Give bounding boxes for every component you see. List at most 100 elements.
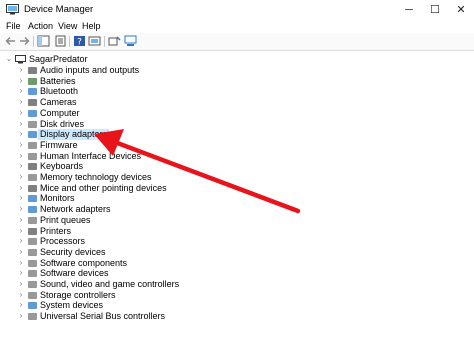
computer-icon [15,55,26,64]
device-category-icon [28,302,37,310]
maximize-button[interactable]: ☐ [422,0,448,20]
chevron-right-icon[interactable]: › [17,161,25,171]
chevron-right-icon[interactable]: › [17,311,25,321]
window-title: Device Manager [24,4,94,15]
help-icon[interactable]: ? [73,35,86,47]
device-category-icon [28,216,37,224]
tree-item[interactable]: › Processors [0,236,474,247]
tree-item[interactable]: › Firmware [0,140,474,151]
tree-item[interactable]: › Security devices [0,247,474,258]
tree-item[interactable]: › Printers [0,226,474,237]
chevron-right-icon[interactable]: › [17,172,25,182]
chevron-right-icon[interactable]: › [17,183,25,193]
toolbar-separator [69,36,70,47]
show-hide-console-tree-icon[interactable] [37,35,50,47]
tree-item[interactable]: › Human Interface Devices [0,151,474,162]
menu-action[interactable]: Action [28,21,53,31]
menu-file[interactable]: File [6,21,21,31]
menu-bar: File Action View Help [0,20,474,33]
title-bar: Device Manager ─ ☐ ✕ [0,0,474,21]
tree-item[interactable]: › Software devices [0,268,474,279]
toolbar: ? [0,33,474,51]
device-category-icon [28,88,37,96]
minimize-button[interactable]: ─ [396,0,422,20]
device-category-icon [28,195,37,203]
chevron-right-icon[interactable]: › [17,151,25,161]
tree-item-label: Software devices [40,268,109,279]
device-category-icon [28,281,37,288]
chevron-right-icon[interactable]: › [17,204,25,214]
chevron-right-icon[interactable]: › [17,86,25,96]
tree-item-label: System devices [40,300,104,311]
device-category-icon [28,163,37,171]
scan-icon[interactable] [108,35,121,47]
device-category-icon [28,206,37,214]
device-category-icon [28,99,37,107]
tree-item[interactable]: › Monitors [0,193,474,204]
tree-item[interactable]: › Computer [0,108,474,119]
tree-item[interactable]: › Disk drives [0,119,474,130]
forward-icon[interactable] [18,35,31,47]
device-category-icon [28,77,37,85]
properties-icon[interactable] [54,35,67,47]
chevron-right-icon[interactable]: › [17,226,25,236]
chevron-right-icon[interactable]: › [17,268,25,278]
tree-item[interactable]: › Software components [0,258,474,269]
chevron-right-icon[interactable]: › [17,215,25,225]
close-button[interactable]: ✕ [448,0,474,20]
update-driver-icon[interactable] [88,35,101,47]
tree-item-label: Disk drives [40,118,85,129]
device-category-icon [28,67,37,74]
tree-item[interactable]: › Audio inputs and outputs [0,65,474,76]
tree-item[interactable]: › Bluetooth [0,86,474,97]
tree-item[interactable]: › Batteries [0,76,474,87]
tree-item-label: Software components [40,257,128,268]
tree-item[interactable]: › Display adapters [0,129,474,141]
tree-item-label: Print queues [40,214,91,225]
chevron-right-icon[interactable]: › [17,65,25,75]
tree-item-label: Bluetooth [40,86,79,97]
chevron-right-icon[interactable]: › [17,290,25,300]
menu-view[interactable]: View [58,21,77,31]
chevron-right-icon[interactable]: › [17,119,25,129]
chevron-right-icon[interactable]: › [17,76,25,86]
tree-item-label: Keyboards [40,161,84,172]
chevron-right-icon[interactable]: › [17,97,25,107]
chevron-right-icon[interactable]: › [17,129,25,139]
chevron-right-icon[interactable]: › [17,140,25,150]
device-category-icon [28,152,37,160]
device-category-icon [28,270,37,278]
tree-item-label: Audio inputs and outputs [40,65,140,75]
device-category-icon [28,174,37,181]
toolbar-separator [33,36,34,47]
tree-item-label: Network adapters [40,204,111,215]
monitor-icon[interactable] [124,35,137,47]
tree-root[interactable]: ⌄ SagarPredator [0,54,474,65]
chevron-right-icon[interactable]: › [17,279,25,289]
device-category-icon [28,184,37,192]
tree-item[interactable]: › Universal Serial Bus controllers [0,311,474,322]
tree-item[interactable]: › Print queues [0,215,474,226]
back-icon[interactable] [4,35,17,47]
tree-item-label: Memory technology devices [40,172,152,182]
tree-item[interactable]: › System devices [0,300,474,311]
chevron-right-icon[interactable]: › [17,300,25,310]
computer-name: SagarPredator [29,54,88,64]
chevron-right-icon[interactable]: › [17,193,25,203]
tree-item[interactable]: › Network adapters [0,204,474,215]
chevron-right-icon[interactable]: › [17,258,25,268]
chevron-right-icon[interactable]: › [17,108,25,118]
device-category-icon [28,120,37,128]
chevron-down-icon[interactable]: ⌄ [5,54,13,64]
tree-item[interactable]: › Keyboards [0,161,474,172]
tree-item[interactable]: › Cameras [0,97,474,108]
tree-item[interactable]: › Memory technology devices [0,172,474,183]
chevron-right-icon[interactable]: › [17,236,25,246]
menu-help[interactable]: Help [82,21,101,31]
tree-item-label: Human Interface Devices [40,150,142,161]
chevron-right-icon[interactable]: › [17,247,25,257]
tree-item[interactable]: › Mice and other pointing devices [0,183,474,194]
tree-item[interactable]: › Sound, video and game controllers [0,279,474,290]
tree-item[interactable]: › Storage controllers [0,290,474,301]
tree-item-label: Processors [40,236,86,247]
